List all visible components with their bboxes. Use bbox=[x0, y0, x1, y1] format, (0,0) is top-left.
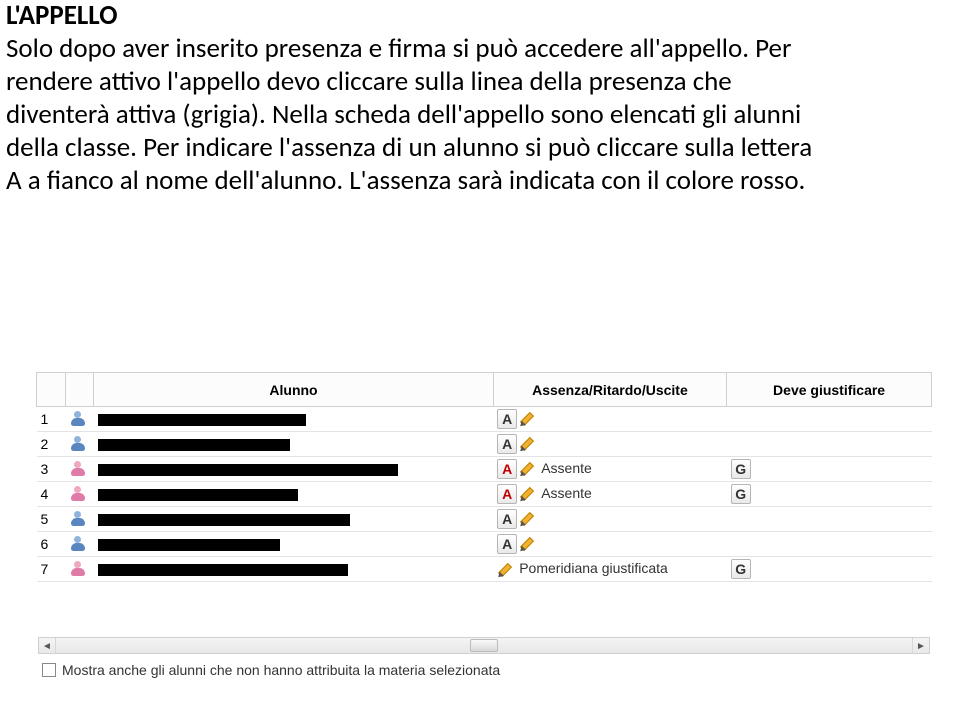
row-number: 1 bbox=[37, 407, 66, 432]
redaction-bar bbox=[98, 514, 350, 526]
student-icon bbox=[65, 507, 94, 532]
student-name-redacted bbox=[94, 432, 493, 457]
justify-cell bbox=[727, 532, 932, 557]
row-number: 6 bbox=[37, 532, 66, 557]
justify-cell: G bbox=[727, 482, 932, 507]
justify-cell bbox=[727, 407, 932, 432]
person-icon bbox=[69, 460, 87, 478]
absence-cell: A bbox=[493, 407, 726, 432]
show-all-checkbox[interactable] bbox=[42, 663, 56, 677]
justify-cell: G bbox=[727, 457, 932, 482]
table-row[interactable]: 7 Pomeridiana giustificata G bbox=[37, 557, 932, 582]
absence-cell: A bbox=[493, 432, 726, 457]
table-screenshot: Alunno Assenza/Ritardo/Uscite Deve giust… bbox=[36, 372, 932, 684]
absence-cell: A Assente bbox=[493, 457, 726, 482]
mark-absent-button[interactable]: A bbox=[497, 409, 517, 429]
row-number: 7 bbox=[37, 557, 66, 582]
student-name-redacted bbox=[94, 507, 493, 532]
row-number: 3 bbox=[37, 457, 66, 482]
col-header-assenza[interactable]: Assenza/Ritardo/Uscite bbox=[493, 373, 726, 407]
footer-label: Mostra anche gli alunni che non hanno at… bbox=[62, 662, 500, 678]
person-icon bbox=[69, 560, 87, 578]
edit-icon[interactable] bbox=[497, 562, 513, 578]
body-line: Solo dopo aver inserito presenza e firma… bbox=[6, 33, 954, 66]
horizontal-scrollbar[interactable]: ◄ ► bbox=[38, 637, 930, 654]
absence-status: Pomeridiana giustificata bbox=[519, 560, 668, 576]
student-icon bbox=[65, 407, 94, 432]
row-number: 2 bbox=[37, 432, 66, 457]
students-table: Alunno Assenza/Ritardo/Uscite Deve giust… bbox=[36, 372, 932, 582]
table-row[interactable]: 1A bbox=[37, 407, 932, 432]
redaction-bar bbox=[98, 489, 298, 501]
student-name-redacted bbox=[94, 532, 493, 557]
absence-status: Assente bbox=[541, 460, 592, 476]
edit-icon[interactable] bbox=[519, 461, 535, 477]
justify-button[interactable]: G bbox=[731, 559, 751, 579]
edit-icon[interactable] bbox=[519, 436, 535, 452]
row-number: 5 bbox=[37, 507, 66, 532]
body-line: rendere attivo l'appello devo cliccare s… bbox=[6, 66, 954, 99]
edit-icon[interactable] bbox=[519, 411, 535, 427]
scroll-thumb[interactable] bbox=[470, 639, 498, 652]
table-row[interactable]: 2A bbox=[37, 432, 932, 457]
student-icon bbox=[65, 482, 94, 507]
student-name-redacted bbox=[94, 482, 493, 507]
absence-cell: A Assente bbox=[493, 482, 726, 507]
student-icon bbox=[65, 432, 94, 457]
absence-cell: Pomeridiana giustificata bbox=[493, 557, 726, 582]
edit-icon[interactable] bbox=[519, 536, 535, 552]
scroll-left-icon[interactable]: ◄ bbox=[39, 638, 56, 653]
page-title: L'APPELLO bbox=[6, 0, 954, 33]
absence-cell: A bbox=[493, 507, 726, 532]
row-number: 4 bbox=[37, 482, 66, 507]
table-row[interactable]: 4 A Assente G bbox=[37, 482, 932, 507]
mark-absent-button[interactable]: A bbox=[497, 434, 517, 454]
mark-absent-button[interactable]: A bbox=[497, 509, 517, 529]
mark-absent-button[interactable]: A bbox=[497, 484, 517, 504]
edit-icon[interactable] bbox=[519, 486, 535, 502]
col-header-giustifica[interactable]: Deve giustificare bbox=[727, 373, 932, 407]
col-header-blank bbox=[37, 373, 66, 407]
student-name-redacted bbox=[94, 557, 493, 582]
col-header-blank bbox=[65, 373, 94, 407]
redaction-bar bbox=[98, 564, 348, 576]
edit-icon[interactable] bbox=[519, 511, 535, 527]
person-icon bbox=[69, 535, 87, 553]
student-name-redacted bbox=[94, 457, 493, 482]
redaction-bar bbox=[98, 439, 290, 451]
col-header-alunno[interactable]: Alunno bbox=[94, 373, 493, 407]
absence-status: Assente bbox=[541, 485, 592, 501]
scroll-right-icon[interactable]: ► bbox=[912, 638, 929, 653]
redaction-bar bbox=[98, 414, 306, 426]
redaction-bar bbox=[98, 464, 398, 476]
student-icon bbox=[65, 557, 94, 582]
body-line: diventerà attiva (grigia). Nella scheda … bbox=[6, 99, 954, 132]
justify-cell bbox=[727, 432, 932, 457]
justify-button[interactable]: G bbox=[731, 484, 751, 504]
table-row[interactable]: 3 A Assente G bbox=[37, 457, 932, 482]
body-line: della classe. Per indicare l'assenza di … bbox=[6, 132, 954, 165]
justify-cell: G bbox=[727, 557, 932, 582]
person-icon bbox=[69, 485, 87, 503]
student-icon bbox=[65, 457, 94, 482]
footer-row: Mostra anche gli alunni che non hanno at… bbox=[38, 658, 930, 682]
justify-cell bbox=[727, 507, 932, 532]
body-line: A a fianco al nome dell'alunno. L'assenz… bbox=[6, 165, 954, 198]
redaction-bar bbox=[98, 539, 280, 551]
mark-absent-button[interactable]: A bbox=[497, 459, 517, 479]
student-icon bbox=[65, 532, 94, 557]
table-row[interactable]: 6A bbox=[37, 532, 932, 557]
student-name-redacted bbox=[94, 407, 493, 432]
person-icon bbox=[69, 410, 87, 428]
person-icon bbox=[69, 510, 87, 528]
table-row[interactable]: 5A bbox=[37, 507, 932, 532]
justify-button[interactable]: G bbox=[731, 459, 751, 479]
mark-absent-button[interactable]: A bbox=[497, 534, 517, 554]
absence-cell: A bbox=[493, 532, 726, 557]
person-icon bbox=[69, 435, 87, 453]
